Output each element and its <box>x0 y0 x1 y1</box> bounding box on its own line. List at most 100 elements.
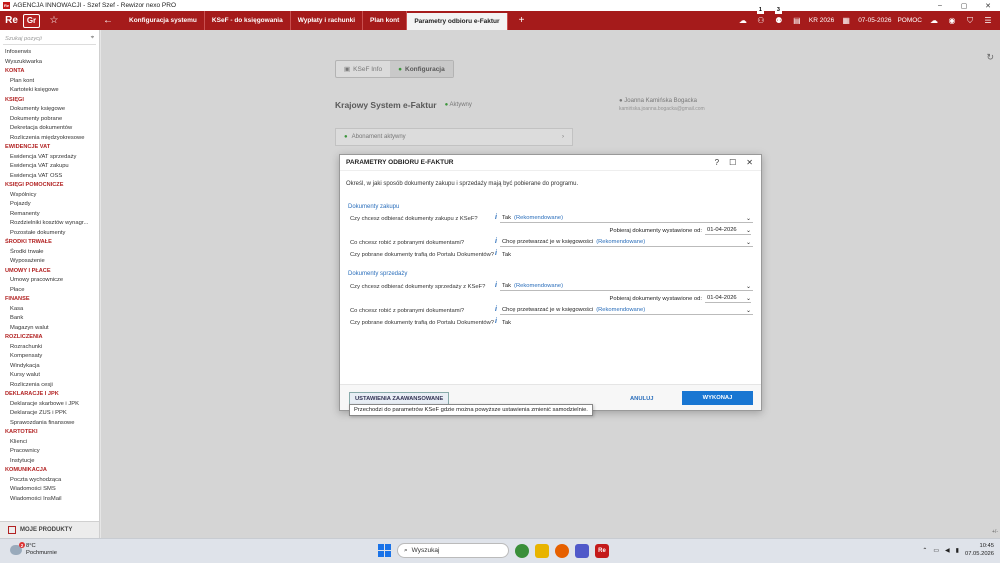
edge-browser-icon[interactable] <box>515 543 529 558</box>
purchase-date-value: 01-04-2026 <box>707 227 737 233</box>
cloud-icon[interactable]: ☁ <box>928 15 940 27</box>
fiscal-year[interactable]: KR 2026 <box>809 17 834 24</box>
battery-icon[interactable]: ▮ <box>956 547 959 554</box>
sidebar-item[interactable]: Dokumenty księgowe <box>5 105 99 115</box>
sales-receive-select[interactable]: Tak (Rekomendowane) ⌄ <box>500 282 753 291</box>
sidebar-item[interactable]: Rozliczenia cesji <box>5 381 99 391</box>
sidebar-item-wyszukiwarka[interactable]: Wyszukiwarka <box>5 58 99 68</box>
purchase-date-label: Pobieraj dokumenty wystawione od: <box>609 227 702 234</box>
info-icon[interactable]: i <box>495 238 497 245</box>
favorites-star-icon[interactable]: ☆ <box>48 15 60 26</box>
sidebar-item[interactable]: Ewidencja VAT zakupu <box>5 162 99 172</box>
sidebar-item[interactable]: Klienci <box>5 438 99 448</box>
sidebar-item[interactable]: Windykacja <box>5 362 99 372</box>
cancel-button[interactable]: ANULUJ <box>630 392 654 405</box>
sidebar-item-infoserwis[interactable]: Infoserwis <box>5 48 99 58</box>
sidebar-item[interactable]: Ewidencja VAT sprzedaży <box>5 153 99 163</box>
gratyfikant-logo[interactable]: Gr <box>23 13 40 28</box>
windows-start-icon[interactable] <box>378 544 391 557</box>
info-icon[interactable]: i <box>495 214 497 221</box>
system-clock[interactable]: 10:45 07.05.2026 <box>965 543 994 558</box>
sidebar-group-header: ŚRODKI TRWAŁE <box>5 239 52 245</box>
pin-icon[interactable]: ⌖ <box>91 35 96 42</box>
sidebar-item[interactable]: Płace <box>5 286 99 296</box>
sidebar-item[interactable]: Pojazdy <box>5 200 99 210</box>
sidebar-item[interactable]: Wyposażenie <box>5 257 99 267</box>
sidebar-item[interactable]: Magazyn walut <box>5 324 99 334</box>
sales-process-select[interactable]: Chcę przetwarzać je w księgowości (Rekome… <box>500 306 753 315</box>
account-icon[interactable]: ◉ <box>946 15 958 27</box>
firefox-icon[interactable] <box>555 543 569 558</box>
tab-konfiguracja-systemu[interactable]: Konfiguracja systemu <box>122 11 205 30</box>
sidebar-item[interactable]: Kursy walut <box>5 371 99 381</box>
maximize-button[interactable]: ▢ <box>952 0 976 11</box>
back-arrow-icon[interactable]: ← <box>100 15 116 26</box>
purchase-date-input[interactable]: 01-04-2026 ⌄ <box>705 226 751 235</box>
sidebar-item[interactable]: Kartoteki księgowe <box>5 86 99 96</box>
network-icon[interactable]: ▭ <box>933 547 939 554</box>
tab-plan-kont[interactable]: Plan kont <box>363 11 408 30</box>
sidebar-item[interactable]: Plan kont <box>5 77 99 87</box>
sidebar-search-input[interactable]: Szukaj pozycji ⌖ <box>3 33 96 45</box>
sales-date-input[interactable]: 01-04-2026 ⌄ <box>705 294 751 303</box>
my-products-button[interactable]: MOJE PRODUKTY <box>0 521 99 538</box>
sidebar-item[interactable]: Poczta wychodząca <box>5 476 99 486</box>
shield-icon[interactable]: ⛉ <box>964 15 976 27</box>
teams-icon[interactable] <box>575 543 589 558</box>
sidebar-item[interactable]: Deklaracje skarbowe i JPK <box>5 400 99 410</box>
sidebar-item[interactable]: Środki trwałe <box>5 248 99 258</box>
notifications-icon[interactable]: ⚇ 1 <box>755 6 767 27</box>
tab-parametry-odbioru[interactable]: Parametry odbioru e-Faktur <box>407 13 508 30</box>
sidebar-item[interactable]: Kasa <box>5 305 99 315</box>
sidebar-item[interactable]: Umowy pracownicze <box>5 276 99 286</box>
info-icon[interactable]: i <box>495 306 497 313</box>
sidebar-item[interactable]: Dekretacja dokumentów <box>5 124 99 134</box>
tab-ksef-do-ksiegowania[interactable]: KSeF - do księgowania <box>205 11 291 30</box>
sidebar-item[interactable]: Rozliczenia międzyokresowe <box>5 134 99 144</box>
file-explorer-icon[interactable] <box>535 543 549 558</box>
sidebar-item[interactable]: Wspólnicy <box>5 191 99 201</box>
execute-button[interactable]: WYKONAJ <box>682 391 753 405</box>
minimize-button[interactable]: – <box>928 0 952 11</box>
users-icon[interactable]: ⚉ 3 <box>773 6 785 27</box>
sidebar-item[interactable]: Kompensaty <box>5 352 99 362</box>
taskbar-search-input[interactable]: ⌕ Wyszukaj <box>397 543 509 558</box>
maximize-dialog-icon[interactable]: ☐ <box>729 158 736 167</box>
sidebar-item[interactable]: Deklaracje ZUS i PPK <box>5 409 99 419</box>
sidebar-item[interactable]: Rozrachunki <box>5 343 99 353</box>
working-date[interactable]: 07-05-2026 <box>858 17 891 24</box>
sidebar-item[interactable]: Ewidencja VAT OSS <box>5 172 99 182</box>
sidebar-item[interactable]: Instytucje <box>5 457 99 467</box>
sidebar-item[interactable]: Rozdzielniki kosztów wynagr... <box>5 219 99 229</box>
help-link[interactable]: POMOC <box>897 17 922 24</box>
close-dialog-icon[interactable]: ✕ <box>746 158 753 167</box>
sidebar-item[interactable]: Pozostałe dokumenty <box>5 229 99 239</box>
rewizor-logo[interactable]: Re <box>3 13 20 28</box>
purchase-receive-select[interactable]: Tak (Rekomendowane) ⌄ <box>500 214 753 223</box>
sidebar-item[interactable]: Sprawozdania finansowe <box>5 419 99 429</box>
sidebar-item[interactable]: Wiadomości SMS <box>5 485 99 495</box>
purchase-date-row: Pobieraj dokumenty wystawione od: 01-04-… <box>610 226 751 235</box>
sidebar-item[interactable]: Pracownicy <box>5 447 99 457</box>
sidebar-item[interactable]: Bank <box>5 314 99 324</box>
tab-wyplaty-i-rachunki[interactable]: Wypłaty i rachunki <box>291 11 364 30</box>
rewizor-taskbar-icon[interactable]: Re <box>595 543 609 558</box>
sidebar-item[interactable]: Remanenty <box>5 210 99 220</box>
close-window-button[interactable]: ✕ <box>976 0 1000 11</box>
weather-widget[interactable]: 2 8°C Pochmurnie <box>10 542 57 557</box>
info-icon[interactable]: i <box>495 250 497 257</box>
sidebar-group-header: UMOWY I PŁACE <box>5 267 51 274</box>
info-icon[interactable]: i <box>495 318 497 325</box>
sales-process-recommended: (Rekomendowane) <box>596 307 646 313</box>
volume-icon[interactable]: ◀ <box>945 547 950 554</box>
sidebar-item[interactable]: Dokumenty pobrane <box>5 115 99 125</box>
sales-receive-value: Tak <box>502 283 512 289</box>
cloud-sync-icon[interactable]: ☁ <box>737 15 749 27</box>
sidebar-item[interactable]: Wiadomości InsMail <box>5 495 99 505</box>
tray-overflow-icon[interactable]: ⌃ <box>922 547 927 554</box>
info-icon[interactable]: i <box>495 282 497 289</box>
purchase-process-select[interactable]: Chcę przetwarzać je w księgowości (Rekome… <box>500 238 753 247</box>
help-icon[interactable]: ? <box>715 158 719 167</box>
menu-icon[interactable]: ☰ <box>982 15 994 27</box>
add-tab-icon[interactable]: + <box>516 15 528 26</box>
